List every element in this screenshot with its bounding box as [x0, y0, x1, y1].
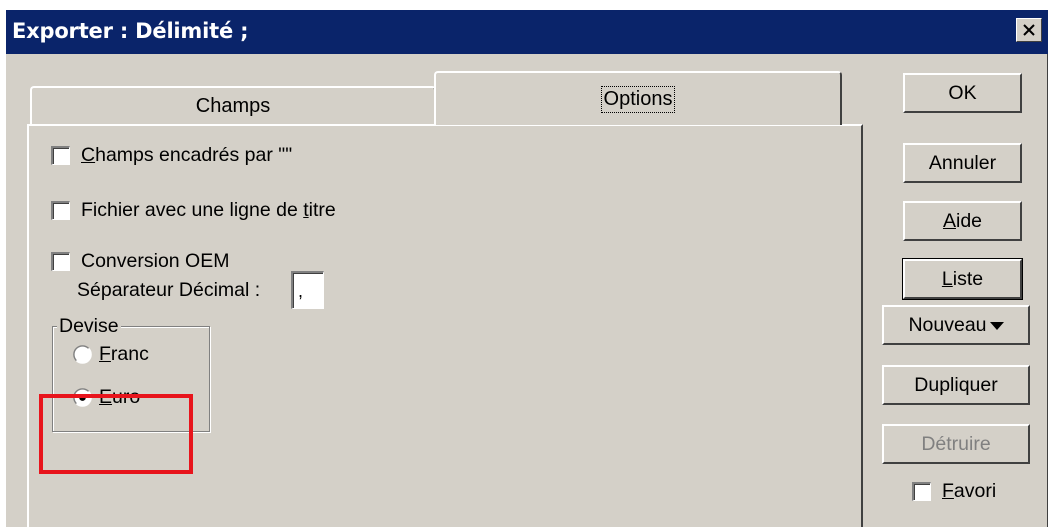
checkbox-row-ligne-titre[interactable]: Fichier avec une ligne de titre [51, 199, 336, 222]
tab-options[interactable]: Options [434, 71, 842, 125]
checkbox-ligne-titre[interactable] [51, 201, 70, 220]
tab-options-label: Options [600, 85, 676, 113]
title-bar: Exporter : Délimité ; [6, 10, 1048, 54]
tab-champs[interactable]: Champs [30, 86, 436, 124]
radio-franc-label: Franc [99, 343, 149, 365]
checkbox-conversion-oem[interactable] [51, 252, 70, 271]
checkbox-row-champs-encadres[interactable]: Champs encadrés par "" [51, 144, 292, 167]
liste-button[interactable]: Liste [903, 259, 1022, 299]
radio-franc-icon[interactable] [73, 345, 92, 364]
euro-highlight-box [39, 394, 193, 474]
detruire-button: Détruire [882, 424, 1030, 464]
devise-legend: Devise [57, 315, 121, 338]
radio-row-franc[interactable]: Franc [73, 343, 149, 366]
nouveau-label: Nouveau [908, 313, 987, 336]
liste-label: Liste [941, 267, 984, 290]
checkbox-row-conversion-oem[interactable]: Conversion OEM [51, 250, 229, 273]
dupliquer-button[interactable]: Dupliquer [882, 365, 1030, 405]
checkbox-champs-encadres[interactable] [51, 146, 70, 165]
export-dialog: Exporter : Délimité ; Champs Options Cha… [6, 10, 1048, 527]
decimal-separator-input[interactable]: , [291, 271, 324, 309]
favori-label: Favori [942, 480, 997, 502]
favori-checkbox-row[interactable]: Favori [912, 480, 996, 503]
ok-label: OK [948, 81, 977, 104]
window-title: Exporter : Délimité ; [12, 19, 249, 43]
separator-label: Séparateur Décimal : [77, 279, 261, 301]
annuler-label: Annuler [928, 151, 997, 174]
checkbox-label: Fichier avec une ligne de titre [81, 199, 336, 221]
favori-checkbox[interactable] [912, 482, 931, 501]
dupliquer-label: Dupliquer [914, 373, 998, 396]
ok-button[interactable]: OK [903, 73, 1022, 113]
dropdown-arrow-icon [989, 322, 1004, 330]
detruire-label: Détruire [921, 432, 991, 455]
annuler-button[interactable]: Annuler [903, 143, 1022, 183]
checkbox-label: Conversion OEM [81, 250, 230, 272]
aide-button[interactable]: Aide [903, 201, 1022, 241]
close-icon [1023, 24, 1035, 36]
aide-label: Aide [942, 209, 983, 232]
nouveau-dropdown-button[interactable]: Nouveau [882, 305, 1030, 345]
close-button[interactable] [1016, 18, 1042, 42]
checkbox-label: Champs encadrés par "" [81, 144, 293, 166]
tab-champs-label: Champs [195, 94, 271, 117]
